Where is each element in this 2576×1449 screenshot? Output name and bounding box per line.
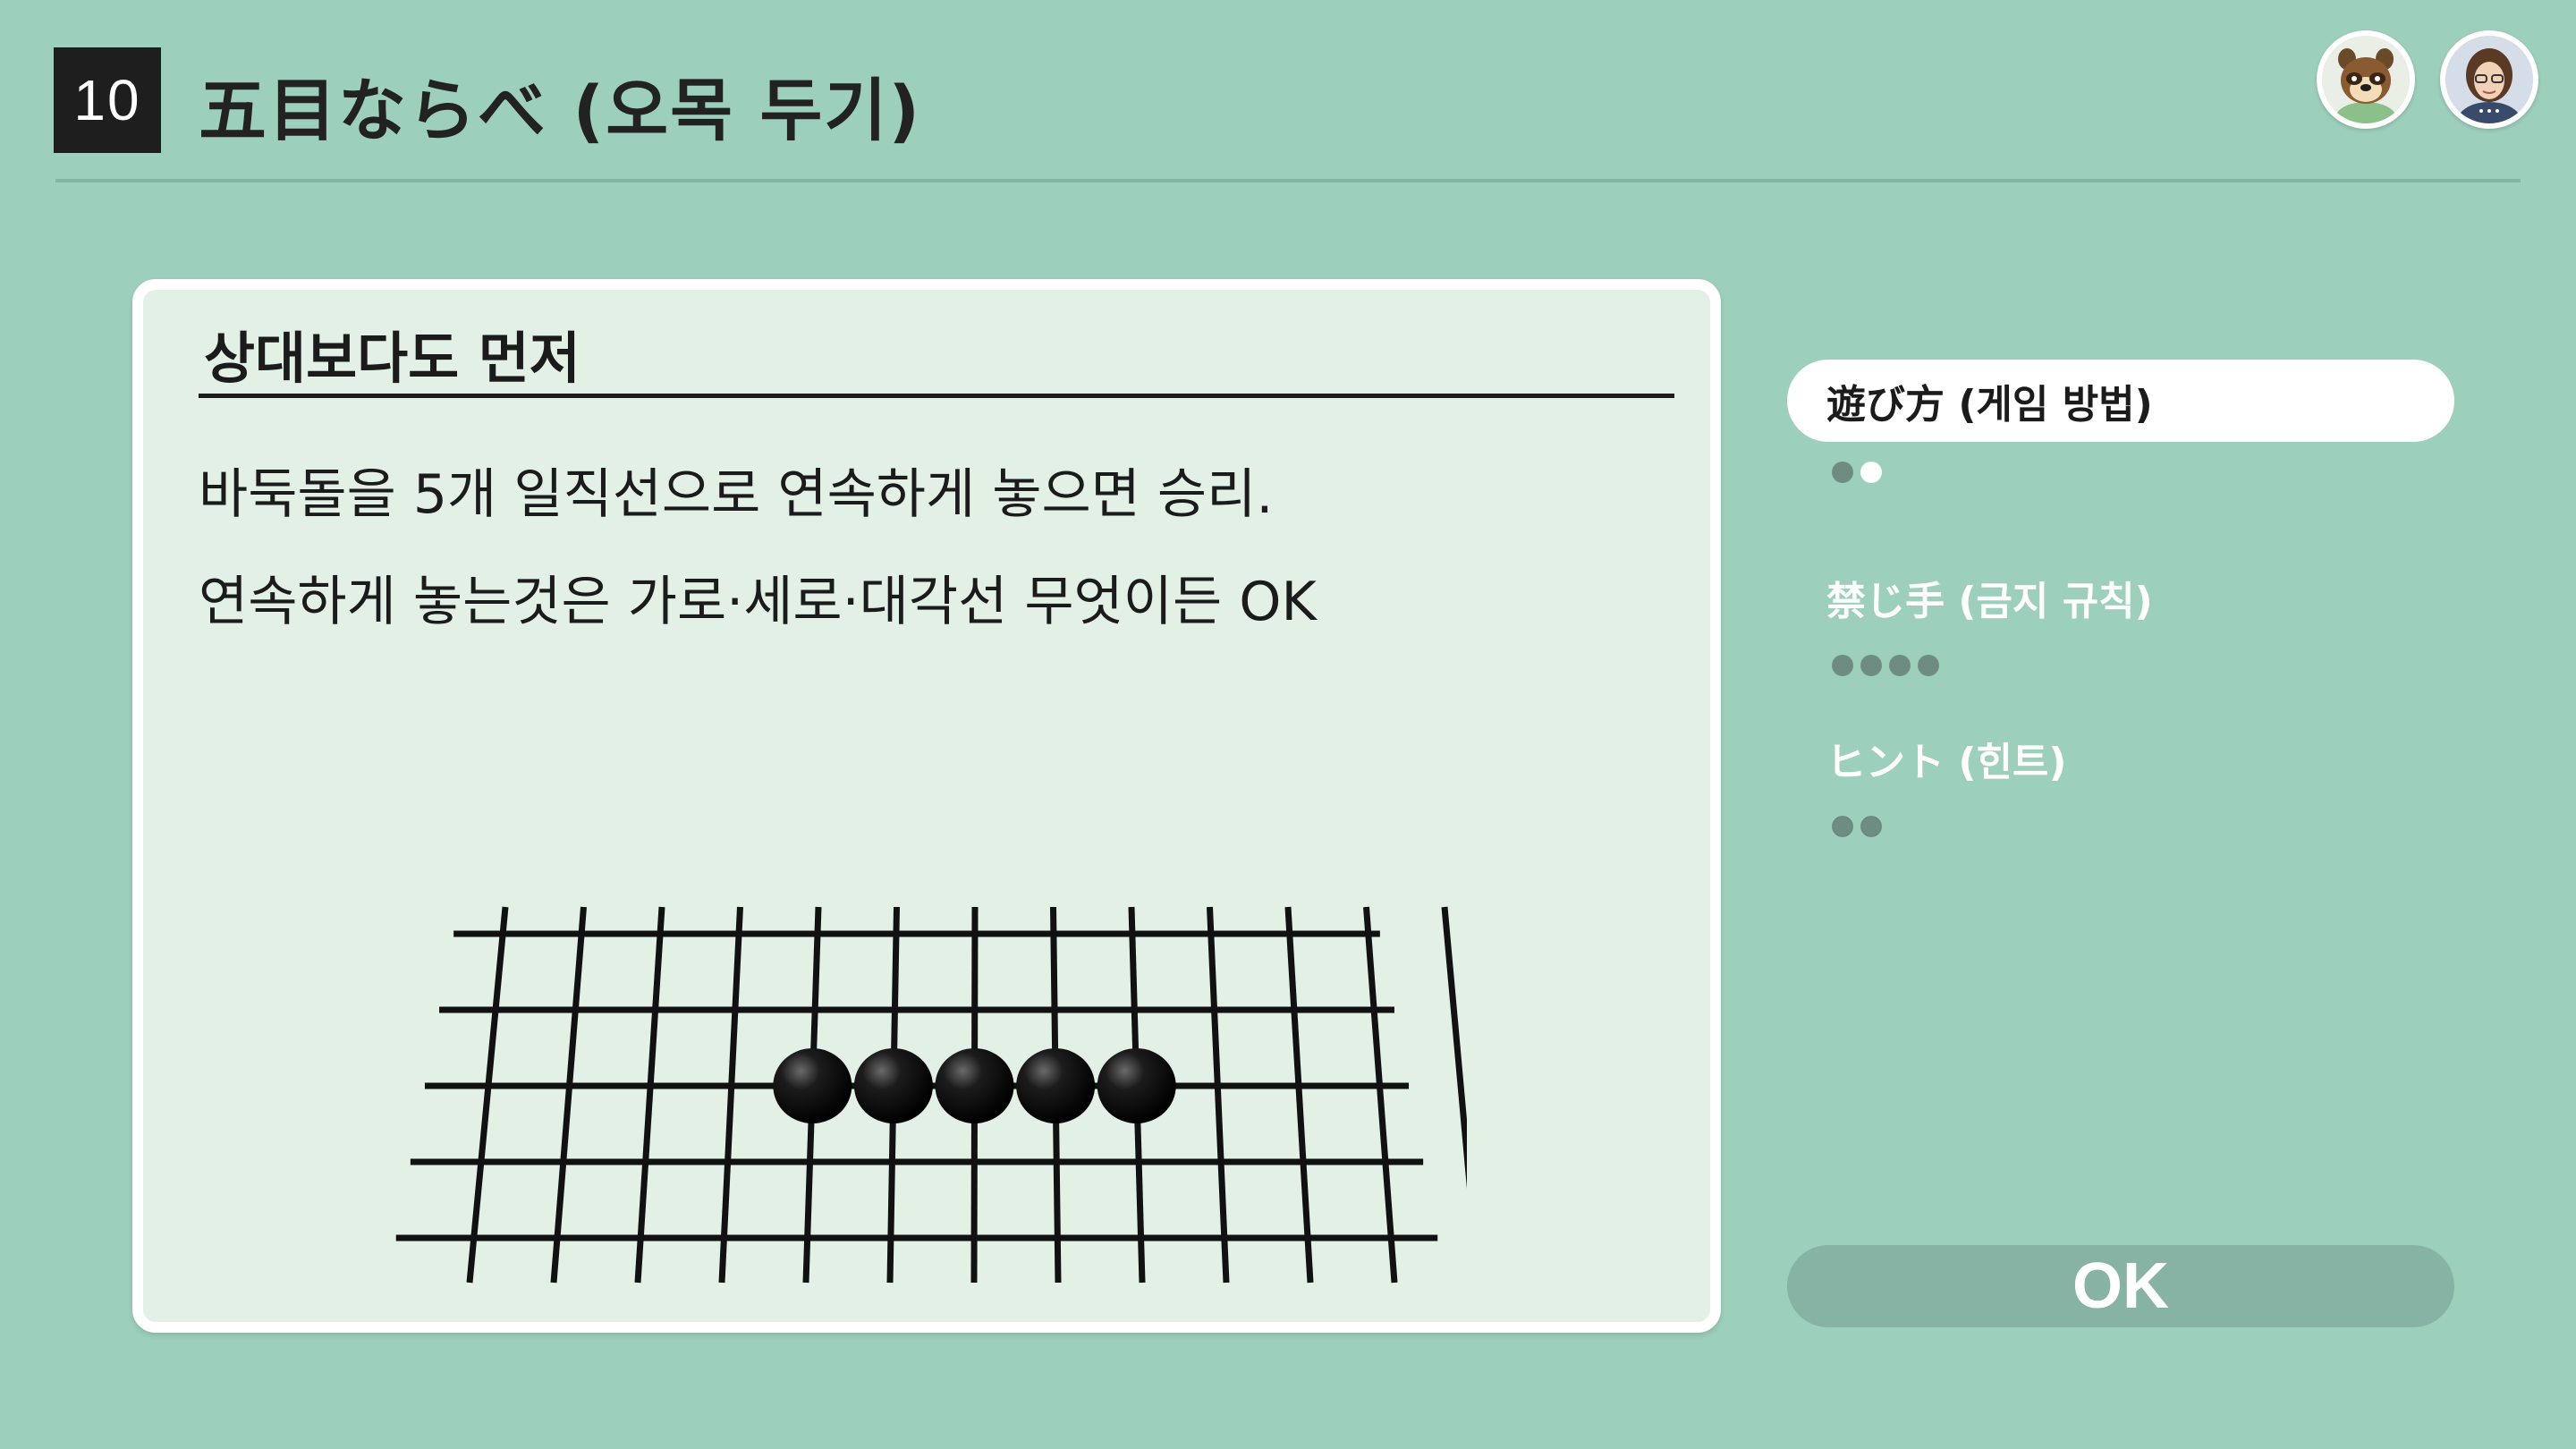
board-vertical-line (634, 906, 665, 1284)
page-dot (1860, 816, 1882, 837)
black-stone (1097, 1048, 1176, 1123)
black-stone (1016, 1048, 1096, 1123)
menu-item-forbidden-moves[interactable]: 禁じ手 (금지 규칙) (1787, 569, 2153, 626)
board-vertical-line (550, 906, 587, 1284)
menu-item-how-to-play[interactable]: 遊び方 (게임 방법) (1787, 360, 2454, 442)
black-stone (935, 1048, 1014, 1123)
black-stone (853, 1048, 933, 1123)
header-divider (55, 179, 2521, 182)
ok-button[interactable]: OK (1787, 1245, 2454, 1327)
stone-row (773, 1048, 1176, 1123)
game-number-badge: 10 (54, 47, 161, 153)
instruction-line-1: 바둑돌을 5개 일직선으로 연속하게 놓으면 승리. (199, 463, 1274, 526)
board-vertical-line (466, 906, 509, 1284)
page-dot (1832, 655, 1853, 676)
page-dot (1918, 655, 1939, 676)
page-dot (1889, 655, 1911, 676)
page-dot-current (1860, 462, 1882, 483)
page-dot (1832, 816, 1853, 837)
instruction-line-2: 연속하게 놓는것은 가로·세로·대각선 무엇이든 OK (199, 571, 1317, 633)
player-avatar-icon (2445, 36, 2533, 123)
page-dots-how-to-play (1832, 462, 1882, 483)
board-vertical-line (1363, 906, 1398, 1284)
card-heading-divider (199, 394, 1674, 398)
page-dot (1860, 655, 1882, 676)
tanuki-avatar[interactable] (2317, 30, 2415, 129)
board-vertical-line (1284, 906, 1314, 1284)
board-vertical-line (718, 906, 743, 1284)
board-vertical-line (1207, 906, 1230, 1284)
player-avatar[interactable] (2440, 30, 2538, 129)
menu-item-hints[interactable]: ヒント (힌트) (1787, 730, 2067, 787)
black-stone (773, 1048, 852, 1123)
tanuki-avatar-icon (2322, 36, 2410, 123)
board-vertical-line (1441, 906, 1467, 1190)
page-dots-forbidden-moves (1832, 655, 1939, 676)
card-heading: 상대보다도 먼저 (204, 326, 580, 391)
page-dots-hints (1832, 816, 1882, 837)
instruction-card: 상대보다도 먼저 바둑돌을 5개 일직선으로 연속하게 놓으면 승리. 연속하게… (132, 279, 1721, 1333)
gomoku-board-illustration (395, 906, 1467, 1284)
page-dot (1832, 462, 1853, 483)
game-title: 五目ならべ (오목 두기) (199, 71, 922, 150)
